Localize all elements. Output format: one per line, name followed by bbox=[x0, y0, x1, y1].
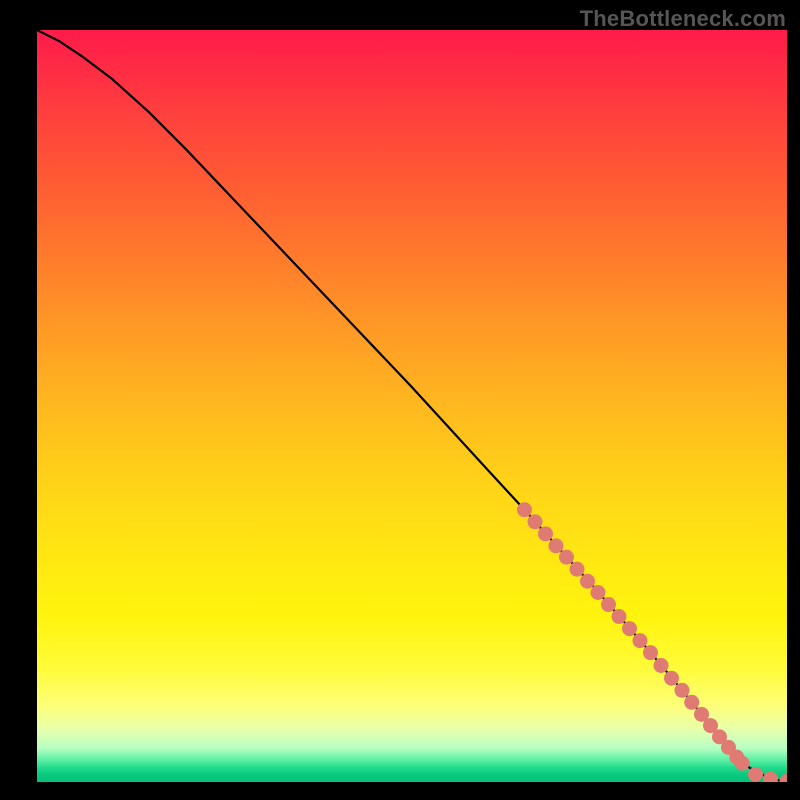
chart-svg bbox=[37, 30, 787, 782]
curve-dot bbox=[643, 645, 658, 660]
curve-dot bbox=[654, 658, 669, 673]
curve-dot bbox=[517, 502, 532, 517]
chart-stage: TheBottleneck.com bbox=[0, 0, 800, 800]
curve-dot bbox=[570, 562, 585, 577]
dotted-overlay bbox=[517, 502, 787, 782]
curve-dot bbox=[675, 683, 690, 698]
curve-dot bbox=[549, 538, 564, 553]
curve-dot bbox=[780, 774, 788, 782]
watermark-text: TheBottleneck.com bbox=[580, 6, 786, 32]
curve-dot bbox=[712, 729, 727, 744]
curve-dot bbox=[528, 514, 543, 529]
curve-dot bbox=[633, 633, 648, 648]
curve-dot bbox=[684, 695, 699, 710]
curve-dot bbox=[612, 609, 627, 624]
curve-dot bbox=[703, 718, 718, 733]
curve-dot bbox=[601, 597, 616, 612]
curve-dot bbox=[748, 767, 763, 782]
curve-dot bbox=[763, 771, 778, 782]
curve-path bbox=[37, 30, 787, 781]
curve-dot bbox=[721, 740, 736, 755]
curve-dot bbox=[664, 671, 679, 686]
curve-dot bbox=[538, 526, 553, 541]
curve-dot bbox=[735, 756, 750, 771]
curve-dot bbox=[580, 574, 595, 589]
curve-dot bbox=[622, 621, 637, 636]
plot-area bbox=[37, 30, 787, 782]
curve-dot bbox=[729, 750, 744, 765]
curve-dot bbox=[559, 550, 574, 565]
curve-dot bbox=[591, 585, 606, 600]
curve-dot bbox=[694, 707, 709, 722]
